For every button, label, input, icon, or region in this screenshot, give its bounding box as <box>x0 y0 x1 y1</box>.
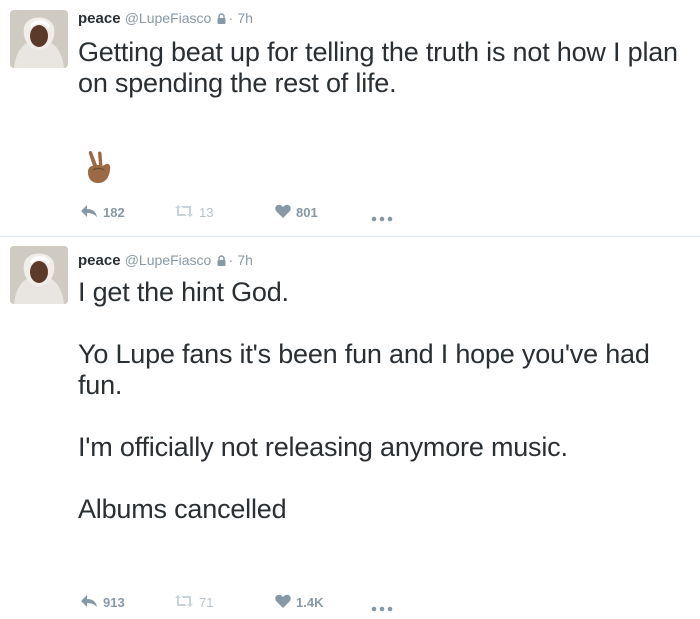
retweet-count: 71 <box>199 594 214 610</box>
lock-icon <box>217 11 226 29</box>
tweet: peace @LupeFiasco · 7h I get the hint Go… <box>0 237 700 619</box>
tweet-paragraph-blank <box>78 401 693 432</box>
reply-count: 913 <box>103 594 125 610</box>
like-button[interactable]: 801 <box>275 204 318 221</box>
heart-icon <box>275 204 291 221</box>
tweet-text: I get the hint God. Yo Lupe fans it's be… <box>78 277 693 525</box>
avatar[interactable] <box>10 10 68 68</box>
retweet-icon <box>174 594 194 611</box>
lock-icon <box>217 253 226 271</box>
tweet-paragraph: Albums cancelled <box>78 494 287 524</box>
reply-button[interactable]: 182 <box>80 204 125 221</box>
tweet-paragraph-blank <box>78 308 693 339</box>
timestamp[interactable]: 7h <box>237 10 253 26</box>
tweet-text: Getting beat up for telling the truth is… <box>78 37 693 99</box>
like-count: 801 <box>296 204 318 220</box>
retweet-count: 13 <box>199 204 214 220</box>
tweet-paragraph: I'm officially not releasing anymore mus… <box>78 432 568 462</box>
author-name[interactable]: peace <box>78 252 121 269</box>
reply-icon <box>80 204 98 221</box>
tweet-paragraph: I get the hint God. <box>78 277 289 307</box>
tweet-header: peace @LupeFiasco · 7h <box>78 251 253 271</box>
separator-dot: · <box>228 252 234 268</box>
more-icon <box>371 600 393 615</box>
separator-dot: · <box>228 10 234 26</box>
like-button[interactable]: 1.4K <box>275 594 323 611</box>
retweet-button[interactable]: 71 <box>174 594 213 611</box>
heart-icon <box>275 594 291 611</box>
more-button[interactable] <box>371 210 393 225</box>
avatar[interactable] <box>10 246 68 304</box>
more-icon <box>371 210 393 225</box>
reply-icon <box>80 594 98 611</box>
retweet-icon <box>174 204 194 221</box>
reply-count: 182 <box>103 204 125 220</box>
victory-hand-emoji <box>86 150 112 189</box>
author-handle[interactable]: @LupeFiasco <box>125 10 212 26</box>
more-button[interactable] <box>371 600 393 615</box>
tweet-paragraph: Yo Lupe fans it's been fun and I hope yo… <box>78 339 650 400</box>
tweet: peace @LupeFiasco · 7h Getting beat up f… <box>0 0 700 236</box>
author-handle[interactable]: @LupeFiasco <box>125 252 212 268</box>
tweet-paragraph: Getting beat up for telling the truth is… <box>78 37 678 98</box>
timestamp[interactable]: 7h <box>237 252 253 268</box>
author-name[interactable]: peace <box>78 10 121 27</box>
tweet-header: peace @LupeFiasco · 7h <box>78 9 253 29</box>
retweet-button[interactable]: 13 <box>174 204 213 221</box>
reply-button[interactable]: 913 <box>80 594 125 611</box>
tweet-paragraph-blank <box>78 463 693 494</box>
like-count: 1.4K <box>296 594 324 610</box>
